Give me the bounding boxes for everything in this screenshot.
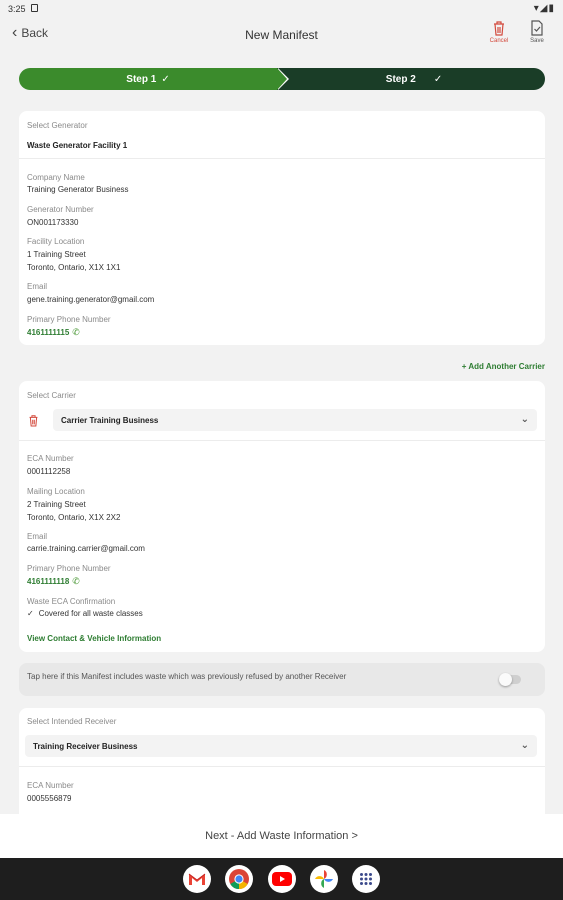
check-icon: ✓ (161, 73, 170, 85)
divider (19, 158, 545, 159)
save-label: Save (530, 38, 544, 44)
save-doc-icon (531, 20, 543, 36)
chevron-down-icon: ⌄ (520, 414, 529, 425)
waste-eca-value: Covered for all waste classes (38, 609, 143, 618)
phone-label: Primary Phone Number (27, 564, 111, 573)
select-generator-label: Select Generator (27, 121, 88, 130)
select-carrier-label: Select Carrier (27, 391, 76, 400)
facility-location-label: Facility Location (27, 237, 85, 246)
phone-label: Primary Phone Number (27, 315, 111, 324)
phone-number: 4161111115 (27, 328, 70, 337)
add-carrier-link[interactable]: + Add Another Carrier (462, 362, 545, 371)
company-name-label: Company Name (27, 173, 85, 182)
toggle-knob (499, 673, 512, 686)
app-dock (0, 858, 563, 900)
waste-eca-label: Waste ECA Confirmation (27, 597, 116, 606)
trash-icon[interactable] (28, 414, 39, 427)
receiver-select[interactable]: Training Receiver Business ⌄ (25, 735, 537, 757)
trash-icon (494, 21, 504, 36)
refused-waste-row[interactable]: Tap here if this Manifest includes waste… (19, 663, 545, 696)
cancel-label: Cancel (489, 38, 509, 44)
app-bar: ‹ Back New Manifest Cancel Save (0, 18, 563, 54)
carrier-email: carrie.training.carrier@gmail.com (27, 544, 145, 553)
step-1[interactable]: Step 1 ✓ (19, 68, 289, 90)
bottom-action-bar: Next - Add Waste Information > (0, 814, 563, 858)
eca-number-label: ECA Number (27, 781, 74, 790)
check-icon: ✓ (433, 73, 443, 85)
carrier-phone[interactable]: 4161111118 ✆ (27, 576, 80, 587)
phone-call-icon: ✆ (72, 576, 80, 586)
waste-eca-confirmation: ✓ Covered for all waste classes (27, 609, 143, 618)
facility-address-line1: 1 Training Street (27, 250, 86, 259)
carrier-address-line2: Toronto, Ontario, X1X 2X2 (27, 513, 121, 522)
divider (19, 440, 545, 441)
chevron-down-icon: ⌄ (520, 740, 529, 751)
cancel-button[interactable]: Cancel (487, 20, 511, 44)
view-contact-link[interactable]: View Contact & Vehicle Information (27, 634, 161, 643)
generator-select[interactable]: Waste Generator Facility 1 (27, 141, 127, 150)
status-bar: 3:25 ▾◢▮ (0, 0, 563, 18)
check-icon: ✓ (27, 609, 34, 618)
photos-icon[interactable] (310, 865, 338, 893)
step-1-label: Step 1 (126, 73, 157, 85)
status-time: 3:25 (8, 4, 26, 14)
divider (19, 766, 545, 767)
next-button[interactable]: Next - Add Waste Information > (0, 830, 563, 842)
eca-number-label: ECA Number (27, 454, 74, 463)
carrier-address-line1: 2 Training Street (27, 500, 86, 509)
step-progress: Step 2 ✓ Step 1 ✓ (19, 68, 545, 90)
chrome-icon[interactable] (225, 865, 253, 893)
company-name: Training Generator Business (27, 185, 129, 194)
save-button[interactable]: Save (525, 20, 549, 44)
generator-card: Select Generator Waste Generator Facilit… (19, 111, 545, 345)
carrier-card: Select Carrier Carrier Training Business… (19, 381, 545, 652)
carrier-select[interactable]: Carrier Training Business ⌄ (53, 409, 537, 431)
refused-waste-toggle[interactable] (499, 673, 521, 686)
email-label: Email (27, 282, 48, 291)
step-2[interactable]: Step 2 ✓ (269, 68, 545, 90)
generator-number-label: Generator Number (27, 205, 94, 214)
receiver-selected-value: Training Receiver Business (33, 741, 138, 751)
facility-address-line2: Toronto, Ontario, X1X 1X1 (27, 263, 121, 272)
email-label: Email (27, 532, 48, 541)
generator-email: gene.training.generator@gmail.com (27, 295, 155, 304)
select-receiver-label: Select Intended Receiver (27, 717, 117, 726)
youtube-icon[interactable] (268, 865, 296, 893)
app-drawer-icon[interactable] (352, 865, 380, 893)
mailing-location-label: Mailing Location (27, 487, 85, 496)
step-2-label: Step 2 (385, 73, 416, 85)
status-icons: ▾◢▮ (533, 3, 555, 14)
sim-icon (31, 4, 38, 12)
carrier-selected-value: Carrier Training Business (61, 415, 159, 425)
refused-waste-text: Tap here if this Manifest includes waste… (27, 672, 347, 681)
receiver-card: Select Intended Receiver Training Receiv… (19, 708, 545, 818)
phone-call-icon: ✆ (72, 327, 80, 337)
generator-number: ON001173330 (27, 218, 79, 227)
receiver-eca-number: 0005556879 (27, 794, 72, 803)
page-title: New Manifest (245, 28, 318, 42)
carrier-eca-number: 0001112258 (27, 467, 71, 476)
gmail-icon[interactable] (183, 865, 211, 893)
generator-phone[interactable]: 4161111115 ✆ (27, 327, 80, 338)
phone-number: 4161111118 (27, 577, 70, 586)
